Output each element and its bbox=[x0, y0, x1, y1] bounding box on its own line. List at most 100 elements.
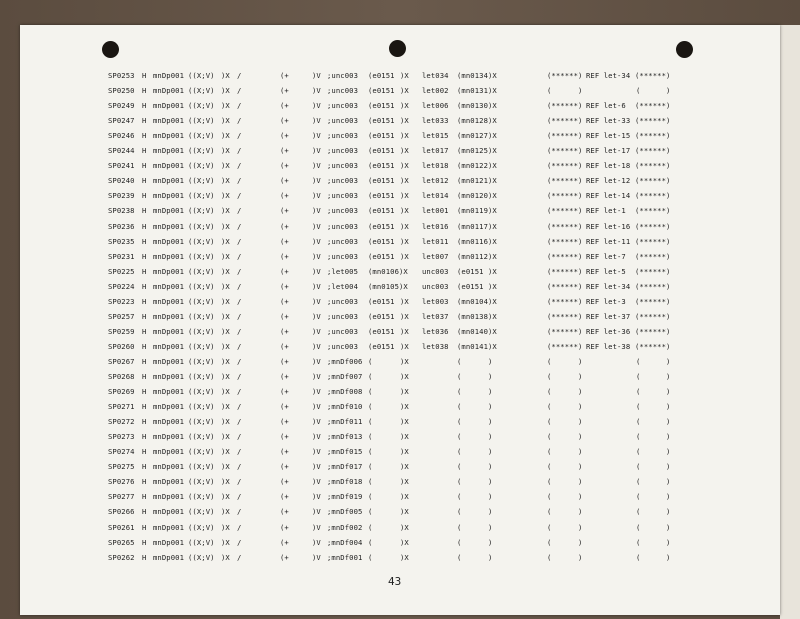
record-x1: )X bbox=[221, 131, 230, 141]
record-ref: ) bbox=[578, 462, 583, 472]
record-v: )V bbox=[312, 146, 321, 156]
record-x2: )X bbox=[400, 417, 409, 427]
record-ref-open: ( bbox=[547, 462, 552, 472]
record-ref: ) bbox=[578, 477, 583, 487]
record-ref-close: ( bbox=[636, 537, 641, 547]
record-ref-end: ) bbox=[666, 432, 671, 442]
record-ref-open: ( bbox=[547, 387, 552, 397]
record-ref: REF let-36 bbox=[586, 326, 631, 336]
record-ref: ) bbox=[578, 417, 583, 427]
record-mn: (mn0121)X bbox=[457, 176, 497, 186]
record-v: )V bbox=[312, 191, 321, 201]
record-xv: ((X;V) bbox=[188, 387, 215, 397]
record-ref-close: (******) bbox=[635, 341, 671, 351]
record-code: SP0261 bbox=[108, 522, 135, 532]
record-x1: )X bbox=[221, 101, 230, 111]
record-v: )V bbox=[312, 101, 321, 111]
record-x2: )X bbox=[400, 71, 409, 80]
record-object: mnDp001 bbox=[153, 507, 184, 517]
record-v: )V bbox=[312, 356, 321, 366]
record-ref-close: ( bbox=[636, 372, 641, 381]
record-type: H bbox=[142, 131, 147, 141]
record-type: H bbox=[142, 522, 147, 532]
record-x1: )X bbox=[221, 522, 230, 532]
record-allele: (mn0105)X bbox=[368, 281, 408, 291]
record-mn: ( ) bbox=[457, 417, 493, 427]
record-xv: ((X;V) bbox=[188, 161, 215, 171]
record-x2: )X bbox=[400, 221, 409, 231]
record-gene: ;mnDf006 bbox=[327, 356, 363, 366]
record-code: SP0259 bbox=[108, 326, 135, 336]
record-ref-open: (******) bbox=[547, 71, 583, 80]
record-gene: ;unc003 bbox=[327, 251, 358, 261]
record-type: H bbox=[142, 86, 147, 96]
record-slash: / bbox=[237, 131, 242, 141]
punch-hole-center bbox=[389, 40, 406, 57]
record-type: H bbox=[142, 296, 147, 306]
record-gene: ;unc003 bbox=[327, 176, 358, 186]
record-ref-open: (******) bbox=[547, 146, 583, 156]
record-ref: ) bbox=[578, 86, 583, 96]
record-allele: ( bbox=[368, 432, 373, 442]
record-allele: ( bbox=[368, 477, 373, 487]
record-xv: ((X;V) bbox=[188, 447, 215, 457]
record-v: )V bbox=[312, 387, 321, 397]
record-slash: / bbox=[237, 191, 242, 201]
record-object: mnDp001 bbox=[153, 341, 184, 351]
record-x2: )X bbox=[400, 101, 409, 111]
record-x2: )X bbox=[400, 116, 409, 126]
record-allele: (e0151 bbox=[368, 311, 395, 321]
record-plus: (+ bbox=[280, 266, 289, 276]
record-x1: )X bbox=[221, 492, 230, 502]
record-allele: ( bbox=[368, 387, 373, 397]
record-ref-close: ( bbox=[636, 387, 641, 397]
record-let: let001 bbox=[422, 206, 449, 216]
record-x1: )X bbox=[221, 552, 230, 562]
record-gene: ;mnDf019 bbox=[327, 492, 363, 502]
record-code: SP0246 bbox=[108, 131, 135, 141]
record-v: )V bbox=[312, 341, 321, 351]
record-mn: ( ) bbox=[457, 432, 493, 442]
record-code: SP0241 bbox=[108, 161, 135, 171]
record-x2: )X bbox=[400, 537, 409, 547]
record-object: mnDp001 bbox=[153, 447, 184, 457]
record-xv: ((X;V) bbox=[188, 206, 215, 216]
record-type: H bbox=[142, 176, 147, 186]
record-ref-open: ( bbox=[547, 86, 552, 96]
record-ref-close: (******) bbox=[635, 266, 671, 276]
record-type: H bbox=[142, 71, 147, 80]
record-v: )V bbox=[312, 462, 321, 472]
record-v: )V bbox=[312, 522, 321, 532]
record-ref-close: (******) bbox=[635, 251, 671, 261]
record-ref-end: ) bbox=[666, 356, 671, 366]
record-slash: / bbox=[237, 477, 242, 487]
record-ref-close: (******) bbox=[635, 326, 671, 336]
record-object: mnDp001 bbox=[153, 326, 184, 336]
record-x1: )X bbox=[221, 417, 230, 427]
record-x1: )X bbox=[221, 176, 230, 186]
record-plus: (+ bbox=[280, 116, 289, 126]
record-x1: )X bbox=[221, 206, 230, 216]
record-x1: )X bbox=[221, 311, 230, 321]
record-type: H bbox=[142, 447, 147, 457]
record-allele: ( bbox=[368, 537, 373, 547]
record-ref: ) bbox=[578, 387, 583, 397]
record-ref: REF let-15 bbox=[586, 131, 631, 141]
record-object: mnDp001 bbox=[153, 387, 184, 397]
record-code: SP0239 bbox=[108, 191, 135, 201]
record-slash: / bbox=[237, 71, 242, 80]
record-x2: )X bbox=[400, 372, 409, 381]
record-xv: ((X;V) bbox=[188, 372, 215, 381]
record-ref-close: (******) bbox=[635, 131, 671, 141]
record-allele: (e0151 bbox=[368, 296, 395, 306]
record-xv: ((X;V) bbox=[188, 417, 215, 427]
record-allele: (e0151 bbox=[368, 221, 395, 231]
record-mn: (mn0117)X bbox=[457, 221, 497, 231]
record-mn: (e0151 )X bbox=[457, 266, 497, 276]
record-ref-close: ( bbox=[636, 86, 641, 96]
record-plus: (+ bbox=[280, 161, 289, 171]
record-plus: (+ bbox=[280, 477, 289, 487]
record-plus: (+ bbox=[280, 537, 289, 547]
record-x1: )X bbox=[221, 462, 230, 472]
record-mn: ( ) bbox=[457, 447, 493, 457]
